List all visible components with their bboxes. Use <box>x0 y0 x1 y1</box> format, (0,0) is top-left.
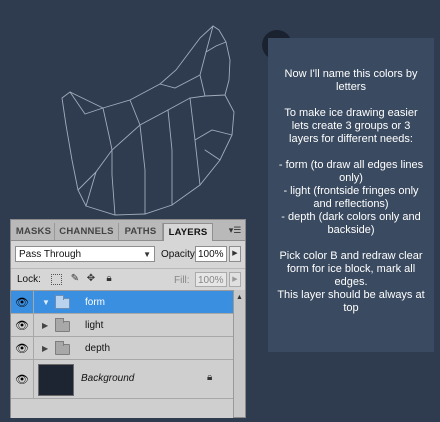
tab-layers[interactable]: LAYERS <box>163 223 213 241</box>
opacity-input[interactable]: 100% <box>195 246 227 262</box>
opacity-label: Opacity: <box>161 249 198 260</box>
layers-scrollbar[interactable]: ▲ <box>233 290 245 417</box>
layer-list: 👁︎ ▼ form 👁︎ ▶ light 👁︎ ▶ depth 👁︎ Backg… <box>11 290 233 418</box>
panel-tab-bar: MASKS CHANNELS PATHS LAYERS ▾☰ <box>11 220 245 241</box>
folder-icon <box>55 295 70 309</box>
fill-input[interactable]: 100% <box>195 272 227 287</box>
folder-icon <box>55 341 70 355</box>
group-expand-icon[interactable]: ▼ <box>42 298 50 307</box>
visibility-eye-icon[interactable]: 👁︎ <box>11 314 34 336</box>
opacity-slider-arrow-icon[interactable]: ▶ <box>229 246 241 262</box>
panel-menu-icon[interactable]: ▾☰ <box>228 225 242 236</box>
visibility-eye-icon[interactable]: 👁︎ <box>11 291 34 313</box>
layer-thumbnail <box>38 364 74 396</box>
layer-name: depth <box>85 343 111 354</box>
lock-transparency-icon[interactable] <box>51 274 62 285</box>
folder-icon <box>55 318 70 332</box>
tab-masks[interactable]: MASKS <box>13 223 55 240</box>
layer-row-light[interactable]: 👁︎ ▶ light <box>11 314 233 337</box>
instruction-paragraph-4: Pick color B and redraw clear form for i… <box>277 250 425 314</box>
tab-paths[interactable]: PATHS <box>119 223 163 240</box>
lock-label: Lock: <box>17 274 41 285</box>
layer-name: light <box>85 320 104 331</box>
instruction-paragraph-1: Now I'll name this colors by letters <box>284 68 418 93</box>
lock-icon: 🔒︎ <box>207 372 213 383</box>
fill-slider-arrow-icon[interactable]: ▶ <box>229 272 241 287</box>
fill-label: Fill: <box>174 275 190 286</box>
instruction-panel: Now I'll name this colors by letters To … <box>268 38 434 352</box>
chevron-down-icon: ▼ <box>143 250 151 259</box>
instruction-paragraph-2: To make ice drawing easier lets create 3… <box>284 107 418 145</box>
layer-row-form[interactable]: 👁︎ ▼ form <box>11 291 233 314</box>
lock-all-icon[interactable]: 🔒︎ <box>103 273 115 285</box>
layer-row-background[interactable]: 👁︎ Background 🔒︎ <box>11 360 233 399</box>
group-expand-icon[interactable]: ▶ <box>42 321 48 330</box>
layer-name: Background <box>81 373 135 384</box>
blend-mode-value: Pass Through <box>19 249 82 260</box>
scroll-up-arrow-icon[interactable]: ▲ <box>236 294 243 301</box>
layer-name: form <box>85 297 105 308</box>
blend-mode-select[interactable]: Pass Through ▼ <box>15 246 155 262</box>
visibility-eye-icon[interactable]: 👁︎ <box>11 337 34 359</box>
layer-row-depth[interactable]: 👁︎ ▶ depth <box>11 337 233 360</box>
group-expand-icon[interactable]: ▶ <box>42 344 48 353</box>
layers-panel: MASKS CHANNELS PATHS LAYERS ▾☰ Pass Thro… <box>10 219 246 418</box>
instruction-paragraph-3: - form (to draw all edges lines only) - … <box>278 159 424 236</box>
lock-brush-icon[interactable]: ✎ <box>69 273 81 285</box>
tab-channels[interactable]: CHANNELS <box>55 223 119 240</box>
lock-position-icon[interactable]: ✥ <box>85 273 97 285</box>
lock-row: Lock: ✎ ✥ 🔒︎ Fill: 100% ▶ <box>11 268 245 289</box>
visibility-eye-icon[interactable]: 👁︎ <box>11 360 34 398</box>
